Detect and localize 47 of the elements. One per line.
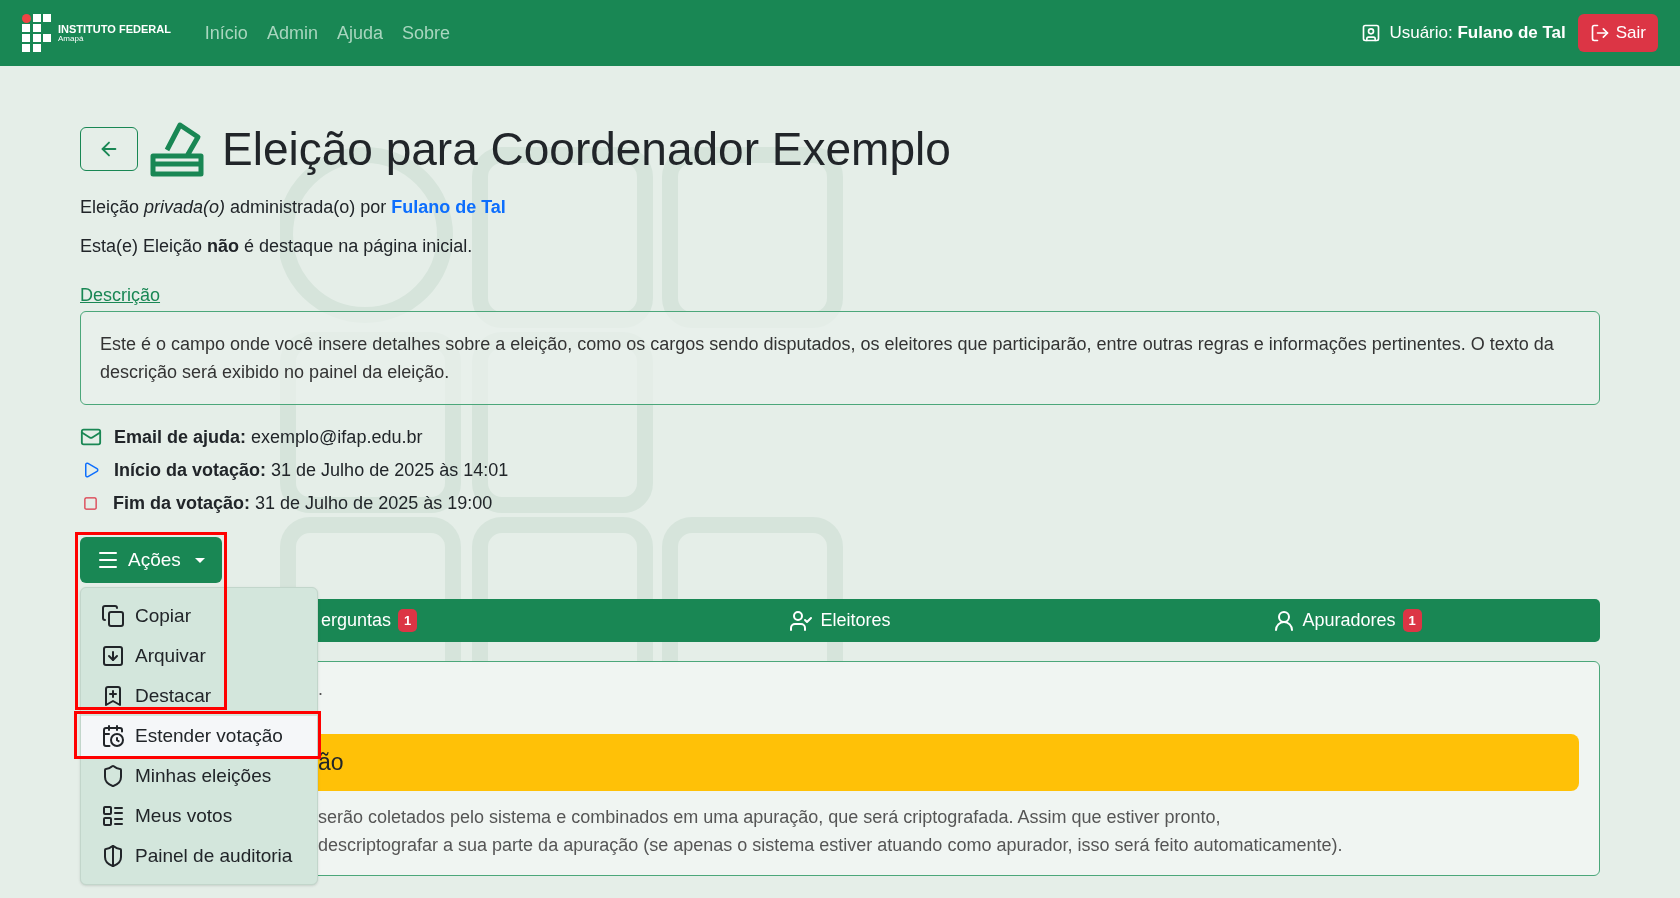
nav-link[interactable]: Admin — [266, 19, 318, 47]
logout-icon — [1589, 23, 1610, 43]
panel-text: . — [318, 679, 323, 699]
play-icon — [82, 461, 100, 479]
nav-link[interactable]: Ajuda — [336, 19, 383, 47]
author-link[interactable]: Fulano de Tal — [391, 194, 506, 221]
actions-button[interactable]: Ações — [80, 537, 222, 583]
featured-text: Esta(e) Eleição não é destaque na página inicial. — [80, 235, 474, 258]
menu-item[interactable]: Meus votos — [81, 796, 317, 836]
description-link[interactable]: Descrição — [80, 282, 161, 309]
menu-item[interactable]: Estender votação — [81, 716, 317, 756]
calendar-icon — [101, 724, 125, 748]
user-icon — [1361, 23, 1382, 43]
tab[interactable]: Apuradores 1 — [1271, 607, 1422, 634]
tab[interactable]: erguntas 1 — [321, 607, 418, 634]
back-button[interactable] — [80, 127, 138, 171]
copy-icon — [101, 604, 125, 628]
brand-name: INSTITUTO FEDERAL — [58, 23, 171, 35]
user-check-icon — [789, 608, 814, 633]
admin-text: Eleição privada(o) administrada(o) por — [80, 196, 387, 219]
count-badge: 1 — [1402, 608, 1422, 633]
ballot-box-icon — [150, 120, 204, 178]
menu-item[interactable]: Arquivar — [81, 636, 317, 676]
tab[interactable]: Eleitores — [789, 607, 891, 634]
info-text: Fim da votação: 31 de Julho de 2025 às 19:00 — [113, 491, 493, 515]
description-box: Este é o campo onde você insere detalhes sobre a eleição, como os cargos sendo disputados, os eleitores que participarão, entre outras regras e informações pertinentes. O texto da descrição será exibido no painel da eleição. — [80, 311, 1600, 405]
count-badge: 1 — [398, 608, 418, 633]
info-text: Início da votação: 31 de Julho de 2025 às 14:01 — [114, 458, 509, 482]
caret-icon — [194, 557, 205, 563]
shield-icon — [101, 844, 125, 868]
panel-text: serão coletados pelo sistema e combinados em uma apuração, que será criptografada. Assim que estiver pronto, — [318, 806, 1222, 829]
user-label: Usuário: Fulano de Tal — [1389, 22, 1566, 45]
nav-link[interactable]: Início — [204, 19, 248, 47]
list-icon — [101, 804, 125, 828]
panel-text: descriptografar a sua parte da apuração (se apenas o sistema estiver atuando como apurador, isso será feito automaticamente). — [318, 834, 1344, 857]
nav-link[interactable]: Sobre — [401, 19, 450, 47]
mail-icon — [80, 426, 102, 448]
menu-item[interactable]: Painel de auditoria — [81, 836, 317, 876]
archive-icon — [101, 644, 125, 668]
logout-button[interactable]: Sair — [1577, 14, 1658, 52]
shield-icon — [101, 764, 125, 788]
menu-item[interactable]: Destacar — [81, 676, 317, 716]
menu-item[interactable]: Copiar — [81, 596, 317, 636]
stop-icon — [83, 495, 98, 511]
logo-icon — [22, 14, 52, 52]
brand-subtitle: Amapá — [58, 34, 85, 43]
info-text: Email de ajuda: exemplo@ifap.edu.br — [114, 425, 423, 449]
